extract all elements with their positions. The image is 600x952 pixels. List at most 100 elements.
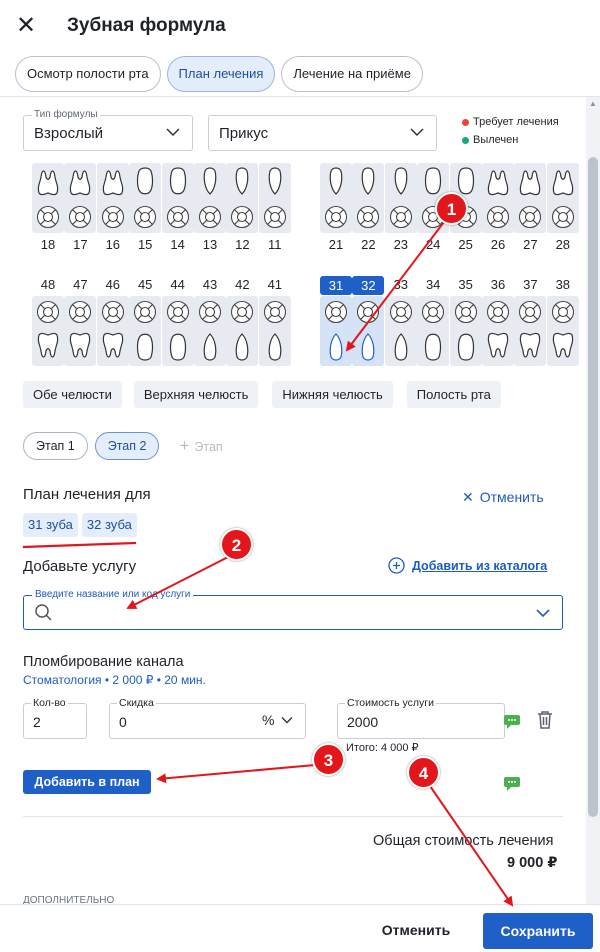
tooth-surface-icon[interactable] [263,205,287,229]
tooth-chip-32[interactable]: 32 зуба [81,513,137,537]
tooth-icon[interactable] [516,331,544,363]
tooth-icon[interactable] [66,165,94,197]
filter-lower-jaw[interactable]: Нижняя челюсть [272,381,393,408]
cancel-button[interactable]: Отменить [366,917,466,943]
comment-icon[interactable] [503,776,521,792]
tooth-surface-icon[interactable] [166,205,190,229]
tooth-surface-icon[interactable] [324,205,348,229]
bite-select[interactable]: Прикус [208,115,437,151]
add-from-catalog-link[interactable]: Добавить из каталога [388,557,547,574]
tooth-icon[interactable] [354,331,382,363]
tooth-icon[interactable] [34,165,62,197]
tooth-icon[interactable] [34,331,62,363]
save-button[interactable]: Сохранить [483,913,593,949]
scrollbar[interactable]: ▲ [586,97,600,905]
tooth-icon[interactable] [164,331,192,363]
scroll-up-icon[interactable]: ▲ [589,99,597,108]
tooth-surface-icon[interactable] [230,300,254,324]
tooth-icon[interactable] [66,331,94,363]
tooth-icon[interactable] [322,331,350,363]
tooth-icon[interactable] [261,331,289,363]
tooth-surface-icon[interactable] [421,300,445,324]
total-label: Общая стоимость лечения [373,833,554,849]
tooth-icon[interactable] [99,331,127,363]
tooth-icon[interactable] [228,331,256,363]
tooth-surface-icon[interactable] [551,300,575,324]
tab-treatment-plan[interactable]: План лечения [166,56,276,92]
tooth-number: 14 [170,237,185,252]
tooth-surface-icon[interactable] [133,205,157,229]
tooth-icon[interactable] [261,165,289,197]
stage-1-chip[interactable]: Этап 1 [23,432,88,460]
tooth-surface-icon[interactable] [324,300,348,324]
tab-inspection[interactable]: Осмотр полости рта [15,56,161,92]
discount-unit-select[interactable]: % [262,712,294,728]
tooth-surface-icon[interactable] [551,205,575,229]
tooth-surface-icon[interactable] [36,205,60,229]
plan-cancel-link[interactable]: ✕ Отменить [462,489,544,506]
discount-input[interactable]: Скидка 0 % [109,697,306,739]
tooth-surface-icon[interactable] [68,300,92,324]
tooth-icon[interactable] [387,165,415,197]
tooth-icon[interactable] [322,165,350,197]
tooth-surface-icon[interactable] [518,300,542,324]
tooth-surface-icon[interactable] [166,300,190,324]
tab-treatment-at-visit[interactable]: Лечение на приёме [281,56,423,92]
tooth-surface-icon[interactable] [198,300,222,324]
annotation-badge-4: 4 [407,756,440,789]
filter-upper-jaw[interactable]: Верхняя челюсть [133,381,259,408]
close-icon[interactable]: ✕ [16,14,36,38]
stage-2-chip[interactable]: Этап 2 [94,432,160,460]
tooth-icon[interactable] [419,331,447,363]
tooth-icon[interactable] [196,331,224,363]
formula-type-select[interactable]: Тип формулы Взрослый [23,109,193,151]
filter-both-jaws[interactable]: Обе челюсти [23,381,122,408]
tooth-icon[interactable] [228,165,256,197]
tooth-icon[interactable] [354,165,382,197]
tooth-surface-icon[interactable] [486,300,510,324]
tooth-icon[interactable] [549,331,577,363]
tooth-icon[interactable] [484,165,512,197]
tooth-icon[interactable] [484,331,512,363]
tooth-icon[interactable] [419,165,447,197]
service-search-input[interactable]: Введите название или код услуги [23,589,563,630]
tooth-icon[interactable] [131,331,159,363]
add-stage-button[interactable]: + Этап [166,432,235,460]
tooth-surface-icon[interactable] [101,205,125,229]
quantity-input[interactable]: Кол-во 2 [23,697,87,739]
filter-oral-cavity[interactable]: Полость рта [406,381,501,408]
scrollbar-thumb[interactable] [588,157,598,817]
tooth-surface-icon[interactable] [356,300,380,324]
tooth-chip-31[interactable]: 31 зуба [23,513,78,537]
tooth-surface-icon[interactable] [230,205,254,229]
tooth-surface-icon[interactable] [263,300,287,324]
tooth-surface-icon[interactable] [389,300,413,324]
tooth-surface-icon[interactable] [133,300,157,324]
tooth-surface-icon[interactable] [101,300,125,324]
tooth-icon[interactable] [387,331,415,363]
tooth-surface-icon[interactable] [198,205,222,229]
tooth-number: 42 [235,277,250,292]
tooth-surface-icon[interactable] [518,205,542,229]
tooth-icon[interactable] [516,165,544,197]
tooth-surface-icon[interactable] [454,300,478,324]
tooth-surface-icon[interactable] [68,205,92,229]
tooth-icon[interactable] [99,165,127,197]
tooth-surface-icon[interactable] [356,205,380,229]
tooth-surface-icon[interactable] [486,205,510,229]
tooth-icon[interactable] [549,165,577,197]
tooth-surface-icon[interactable] [389,205,413,229]
tooth-icon[interactable] [452,331,480,363]
tooth-number: 32 [352,276,385,295]
trash-icon[interactable] [536,710,554,730]
tooth-icon[interactable] [164,165,192,197]
add-to-plan-button[interactable]: Добавить в план [23,770,151,794]
tooth-icon[interactable] [131,165,159,197]
chevron-down-icon [281,717,293,724]
stages: Этап 1 Этап 2 + Этап [23,432,236,460]
comment-icon[interactable] [503,714,521,730]
formula-type-label: Тип формулы [32,109,100,120]
tooth-surface-icon[interactable] [36,300,60,324]
tooth-icon[interactable] [196,165,224,197]
service-cost-input[interactable]: Стоимость услуги 2000 [337,697,505,739]
